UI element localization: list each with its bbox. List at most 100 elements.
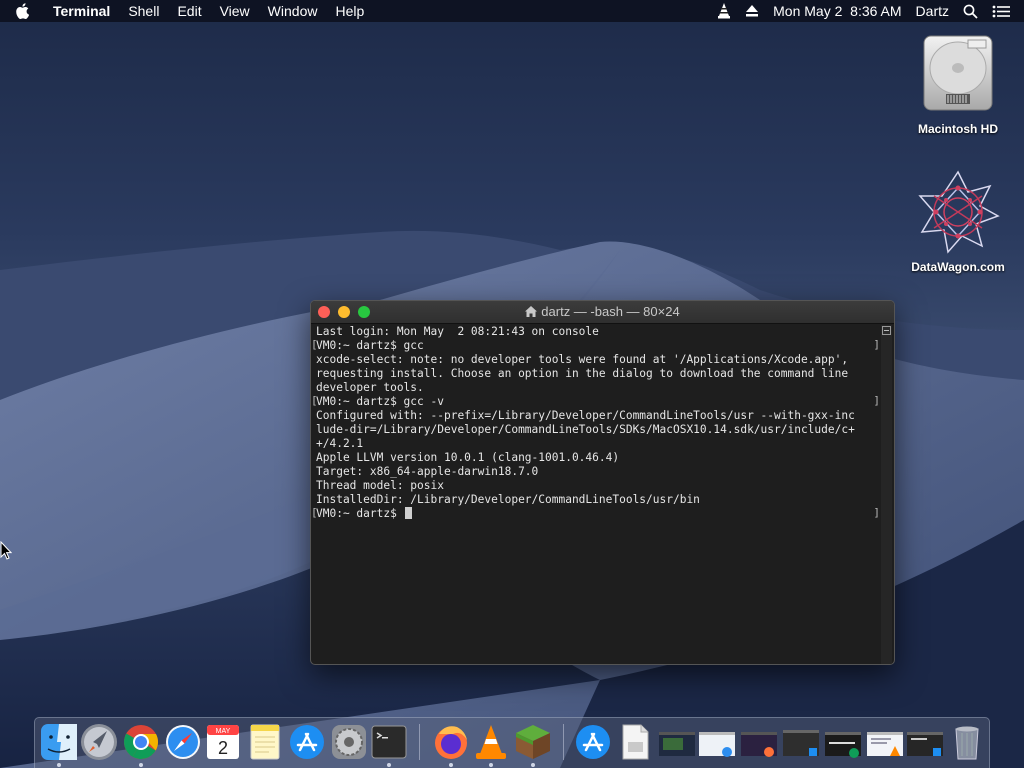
menu-edit[interactable]: Edit — [168, 0, 210, 22]
dock-separator — [563, 724, 564, 760]
terminal-line: InstalledDir: /Library/Developer/Command… — [316, 493, 700, 506]
menu-help[interactable]: Help — [326, 0, 373, 22]
dock-separator — [419, 724, 420, 760]
firefox-icon — [435, 726, 467, 759]
mark-bracket-left: [ — [311, 338, 318, 351]
mark-bracket-left: [ — [311, 394, 318, 407]
list-icon[interactable] — [985, 5, 1024, 18]
dock-minimized-window[interactable] — [865, 722, 905, 762]
window-thumbnail-icon — [907, 732, 943, 756]
dock-minimized-window[interactable] — [739, 722, 779, 762]
safari-icon — [166, 725, 200, 759]
terminal-prompt: VM0:~ dartz$ — [316, 507, 404, 520]
terminal-line: Last login: Mon May 2 08:21:43 on consol… — [316, 325, 599, 338]
dock-trash[interactable] — [947, 722, 987, 762]
calendar-day: 2 — [218, 738, 228, 758]
datawagon-icon — [916, 170, 1000, 254]
home-icon — [525, 302, 538, 324]
mouse-cursor-icon — [0, 541, 12, 560]
dock-terminal[interactable] — [369, 722, 409, 762]
apple-menu-icon[interactable] — [0, 3, 44, 19]
mark-bracket-right: ] — [873, 338, 880, 351]
dock-chrome[interactable] — [121, 722, 161, 762]
document-icon — [622, 724, 649, 760]
window-thumbnail-icon — [825, 732, 861, 758]
terminal-line: Apple LLVM version 10.0.1 (clang-1001.0.… — [316, 451, 620, 464]
terminal-titlebar[interactable]: dartz — -bash — 80×24 — [311, 301, 894, 324]
running-indicator — [531, 763, 535, 767]
menu-bar: Terminal Shell Edit View Window Help Mon… — [0, 0, 1024, 22]
menu-window[interactable]: Window — [259, 0, 327, 22]
terminal-line: +/4.2.1 — [316, 437, 364, 450]
dock-minimized-window[interactable] — [823, 722, 863, 762]
dock-system-preferences[interactable] — [329, 722, 369, 762]
calendar-icon: MAY 2 — [207, 725, 239, 759]
split-pane-button[interactable] — [882, 326, 891, 335]
scrollbar[interactable] — [881, 325, 892, 664]
dock-notes[interactable] — [245, 722, 285, 762]
eject-icon[interactable] — [738, 5, 766, 17]
desktop-icon-datawagon[interactable]: DataWagon.com — [903, 170, 1013, 274]
window-title-text: dartz — -bash — 80×24 — [541, 304, 680, 319]
running-indicator — [57, 763, 61, 767]
trash-icon — [955, 726, 979, 760]
dock-finder[interactable] — [39, 722, 79, 762]
running-indicator — [387, 763, 391, 767]
vlc-icon[interactable] — [710, 3, 738, 19]
menu-view[interactable]: View — [211, 0, 259, 22]
dock-minimized-window[interactable] — [697, 722, 737, 762]
terminal-line: Target: x86_64-apple-darwin18.7.0 — [316, 465, 539, 478]
window-title: dartz — -bash — 80×24 — [311, 301, 894, 324]
clock[interactable]: Mon May 2 8:36 AM — [766, 0, 908, 22]
dock-calendar[interactable]: MAY 2 — [203, 722, 243, 762]
hard-drive-icon — [920, 32, 996, 116]
dock-firefox[interactable] — [431, 722, 471, 762]
dock: MAY 2 — [34, 717, 990, 768]
desktop-icon-macintosh-hd[interactable]: Macintosh HD — [903, 32, 1013, 136]
dock-minecraft[interactable] — [513, 722, 553, 762]
terminal-line: VM0:~ dartz$ gcc — [316, 339, 424, 352]
mark-bracket-right: ] — [873, 394, 880, 407]
terminal-window[interactable]: dartz — -bash — 80×24 Last login: Mon Ma… — [310, 300, 895, 665]
user-menu[interactable]: Dartz — [909, 0, 956, 22]
app-store-icon — [290, 725, 324, 759]
running-indicator — [139, 763, 143, 767]
calendar-month: MAY — [216, 728, 231, 735]
window-thumbnail-icon — [659, 732, 695, 756]
terminal-line: VM0:~ dartz$ gcc -v — [316, 395, 444, 408]
terminal-prompt-line[interactable]: VM0:~ dartz$ — [316, 507, 878, 521]
terminal-line: xcode-select: note: no developer tools w… — [316, 353, 849, 366]
dock-minimized-window[interactable] — [781, 722, 821, 762]
dock-launchpad[interactable] — [79, 722, 119, 762]
gear-icon — [332, 725, 366, 759]
chrome-icon — [124, 725, 158, 759]
window-thumbnail-icon — [741, 732, 777, 757]
terminal-line: lude-dir=/Library/Developer/CommandLineT… — [316, 423, 855, 436]
running-indicator — [489, 763, 493, 767]
desktop-icon-label: Macintosh HD — [917, 122, 998, 136]
window-thumbnail-icon — [867, 732, 903, 756]
text-cursor — [404, 507, 412, 519]
mark-bracket-right: ] — [873, 506, 880, 519]
dock-vlc[interactable] — [471, 722, 511, 762]
terminal-output[interactable]: Last login: Mon May 2 08:21:43 on consol… — [315, 325, 878, 664]
app-menu-terminal[interactable]: Terminal — [44, 0, 119, 22]
search-icon[interactable] — [956, 4, 985, 19]
dock-app-store[interactable] — [287, 722, 327, 762]
mark-bracket-left: [ — [311, 506, 318, 519]
dock-document[interactable] — [615, 722, 655, 762]
terminal-line: Thread model: posix — [316, 479, 444, 492]
terminal-line: requesting install. Choose an option in … — [316, 367, 849, 380]
dock-minimized-window[interactable] — [657, 722, 697, 762]
dock-minimized-window[interactable] — [905, 722, 945, 762]
notes-icon — [250, 724, 280, 760]
vlc-cone-icon — [476, 725, 506, 759]
menu-shell[interactable]: Shell — [119, 0, 168, 22]
window-thumbnail-icon — [699, 732, 735, 757]
dock-app-store-downloads[interactable] — [573, 722, 613, 762]
terminal-line: developer tools. — [316, 381, 424, 394]
dock-safari[interactable] — [163, 722, 203, 762]
terminal-line: Configured with: --prefix=/Library/Devel… — [316, 409, 855, 422]
grass-block-icon — [516, 725, 550, 759]
app-store-icon — [576, 725, 610, 759]
